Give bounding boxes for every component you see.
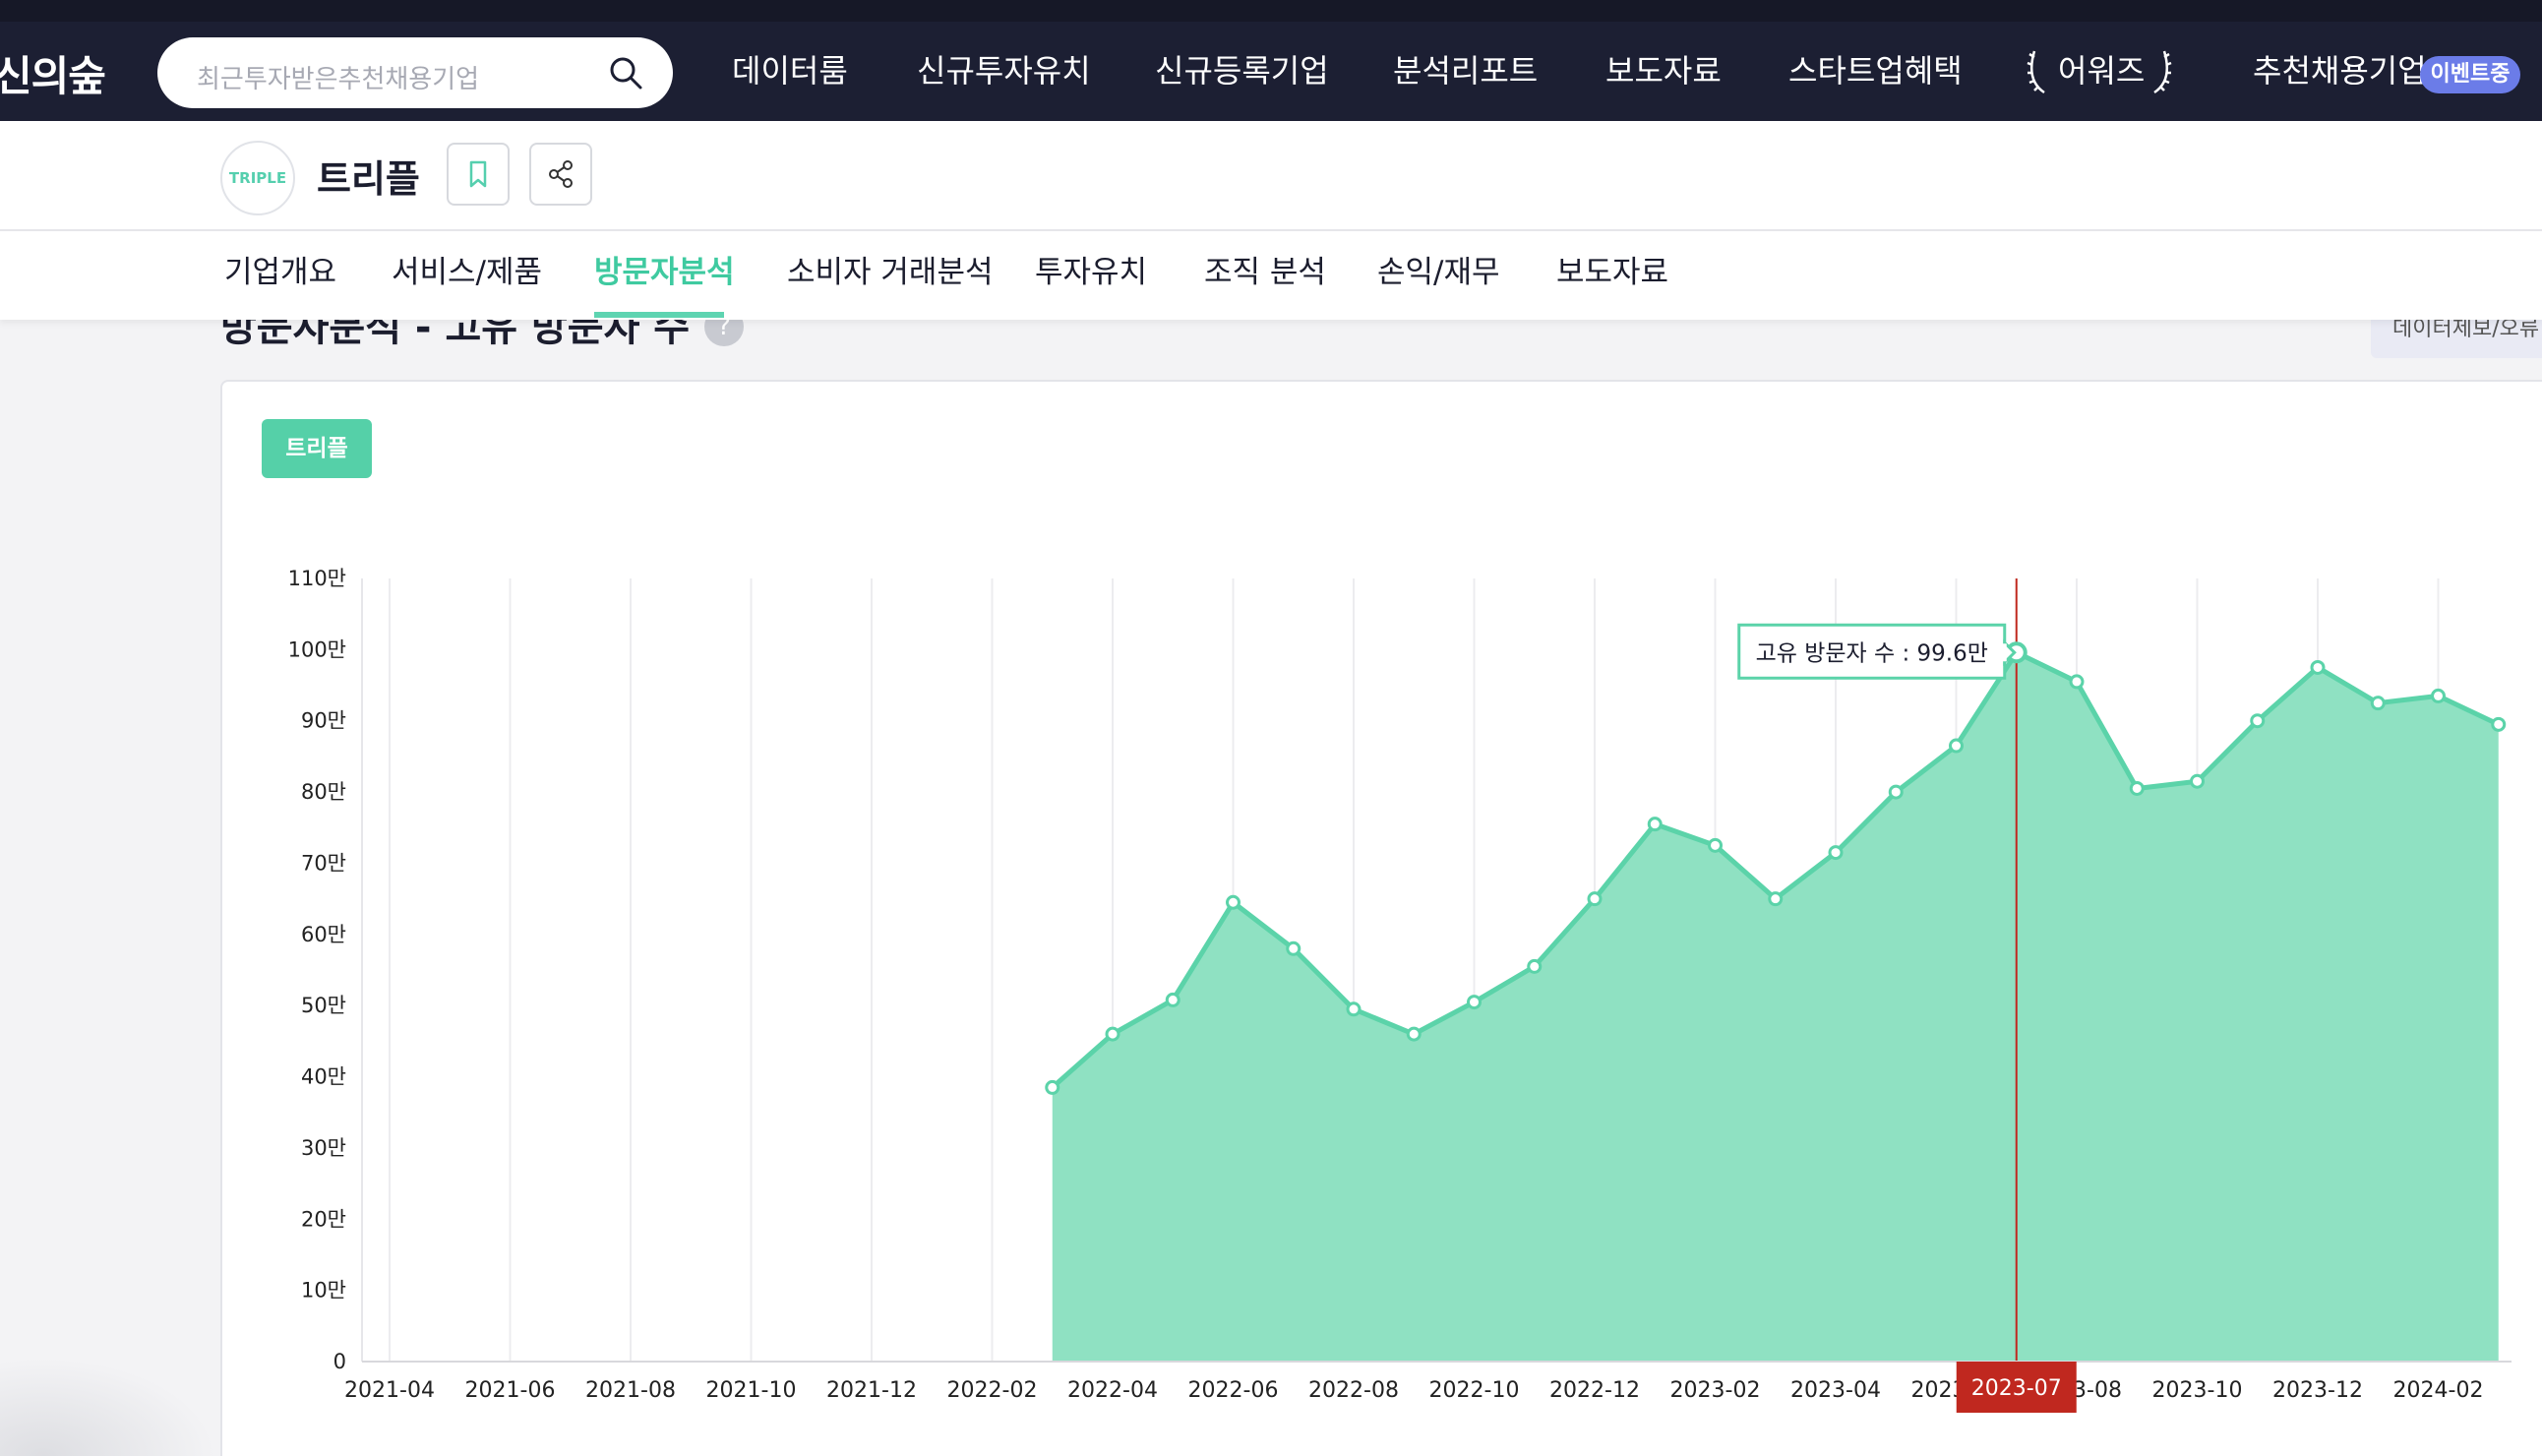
- corner-shadow: [0, 1358, 216, 1456]
- tab-organization[interactable]: 조직 분석: [1204, 253, 1326, 292]
- share-icon: [549, 160, 573, 188]
- company-logo: TRIPLE: [220, 141, 295, 215]
- nav-item-new-companies[interactable]: 신규등록기업: [1155, 51, 1329, 91]
- company-name: 트리플: [317, 157, 420, 201]
- event-badge: 이벤트중: [2420, 56, 2520, 93]
- tab-financials[interactable]: 손익/재무: [1377, 253, 1500, 292]
- tab-consumer-transactions[interactable]: 소비자 거래분석: [787, 253, 994, 292]
- nav-item-new-investment[interactable]: 신규투자유치: [917, 51, 1091, 91]
- tab-overview[interactable]: 기업개요: [224, 253, 336, 292]
- tab-press[interactable]: 보도자료: [1556, 253, 1668, 292]
- top-stripe: [0, 0, 2542, 22]
- laurel-right-icon: [2153, 50, 2172, 94]
- laurel-left-icon: [2027, 50, 2045, 94]
- search-placeholder: 최근투자받은추천채용기업: [197, 65, 480, 94]
- nav-item-recommended-hiring[interactable]: 추천채용기업: [2253, 51, 2427, 91]
- search-input[interactable]: 최근투자받은추천채용기업: [157, 37, 673, 108]
- company-header: TRIPLE 트리플: [0, 121, 2542, 231]
- nav-item-press[interactable]: 보도자료: [1605, 51, 1722, 91]
- nav-item-analysis-report[interactable]: 분석리포트: [1393, 51, 1538, 91]
- nav-item-awards[interactable]: 어워즈: [2058, 51, 2145, 91]
- tab-services[interactable]: 서비스/제품: [392, 253, 542, 292]
- bookmark-button[interactable]: [447, 143, 510, 206]
- search-icon[interactable]: [608, 55, 643, 91]
- nav-item-dataroom[interactable]: 데이터룸: [732, 51, 848, 91]
- tab-investment[interactable]: 투자유치: [1035, 253, 1147, 292]
- site-logo[interactable]: 신의숲: [0, 43, 106, 103]
- active-tab-indicator: [594, 312, 724, 318]
- top-navigation-bar: 신의숲 최근투자받은추천채용기업 데이터룸 신규투자유치 신규등록기업 분석리포…: [0, 0, 2542, 121]
- tab-visitor-analysis[interactable]: 방문자분석: [594, 253, 735, 292]
- share-button[interactable]: [529, 143, 592, 206]
- legend-chip-triple[interactable]: 트리플: [262, 419, 372, 478]
- chart-card: [220, 380, 2542, 1456]
- bookmark-icon: [469, 160, 487, 188]
- company-tabs: 기업개요 서비스/제품 방문자분석 소비자 거래분석 투자유치 조직 분석 손익…: [0, 231, 2542, 320]
- nav-item-startup-benefits[interactable]: 스타트업혜택: [1788, 51, 1963, 91]
